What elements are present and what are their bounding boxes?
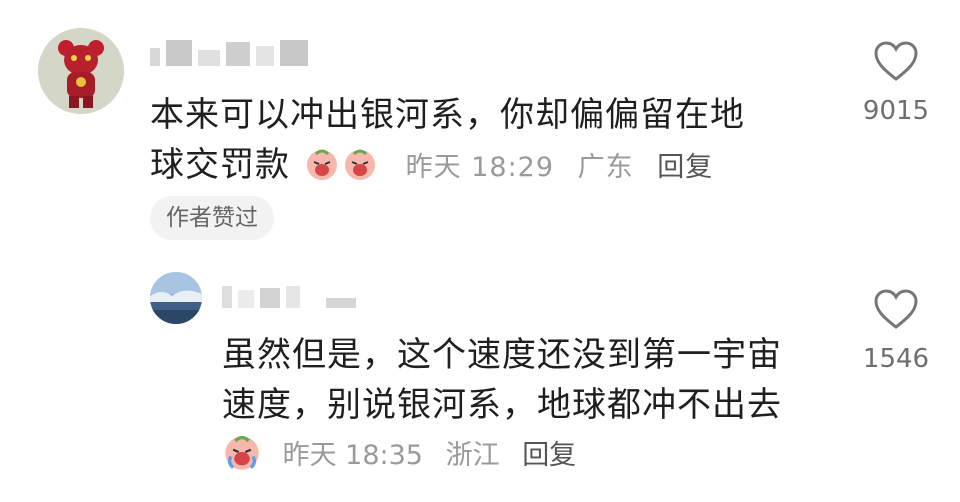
heart-icon[interactable]: [873, 288, 919, 330]
reply-button[interactable]: 回复: [657, 152, 713, 183]
avatar[interactable]: [38, 28, 124, 114]
username-blurred[interactable]: [150, 36, 308, 66]
reply-button[interactable]: 回复: [522, 440, 576, 471]
comment-text-line: 本来可以冲出银河系，你却偏偏留在地: [150, 95, 745, 135]
like-block: 1546: [856, 288, 936, 374]
comment-time: 昨天 18:35: [282, 440, 423, 471]
comment-time: 昨天 18:29: [405, 152, 555, 183]
username-blurred[interactable]: [222, 280, 356, 308]
like-block: 9015: [856, 40, 936, 126]
comment-meta: 昨天 18:35 浙江 回复: [220, 432, 590, 476]
heart-icon[interactable]: [873, 40, 919, 82]
comment-location: 浙江: [445, 440, 500, 471]
comment-text-line: 虽然但是，这个速度还没到第一宇宙: [222, 335, 782, 375]
crying-face-icon: [344, 149, 375, 180]
like-count: 9015: [862, 96, 930, 126]
crying-face-icon: [225, 435, 259, 470]
comment-text: 虽然但是，这个速度还没到第一宇宙 速度，别说银河系，地球都冲不出去: [222, 330, 842, 430]
comment-meta: 昨天 18:29 广东 回复: [406, 152, 728, 183]
crying-face-icon: [306, 149, 337, 180]
comment-location: 广东: [577, 152, 634, 183]
like-count: 1546: [862, 344, 930, 374]
comment-text-line: 球交罚款 昨天 18:29 广东 回复: [150, 140, 830, 193]
comment-text: 本来可以冲出银河系，你却偏偏留在地 球交罚款 昨天 18:29 广东 回复: [150, 90, 830, 193]
comment-text-line: 速度，别说银河系，地球都冲不出去: [222, 385, 782, 425]
avatar[interactable]: [150, 272, 202, 324]
comment-text-line-2: 球交罚款: [150, 145, 290, 185]
author-liked-badge: 作者赞过: [150, 196, 274, 240]
